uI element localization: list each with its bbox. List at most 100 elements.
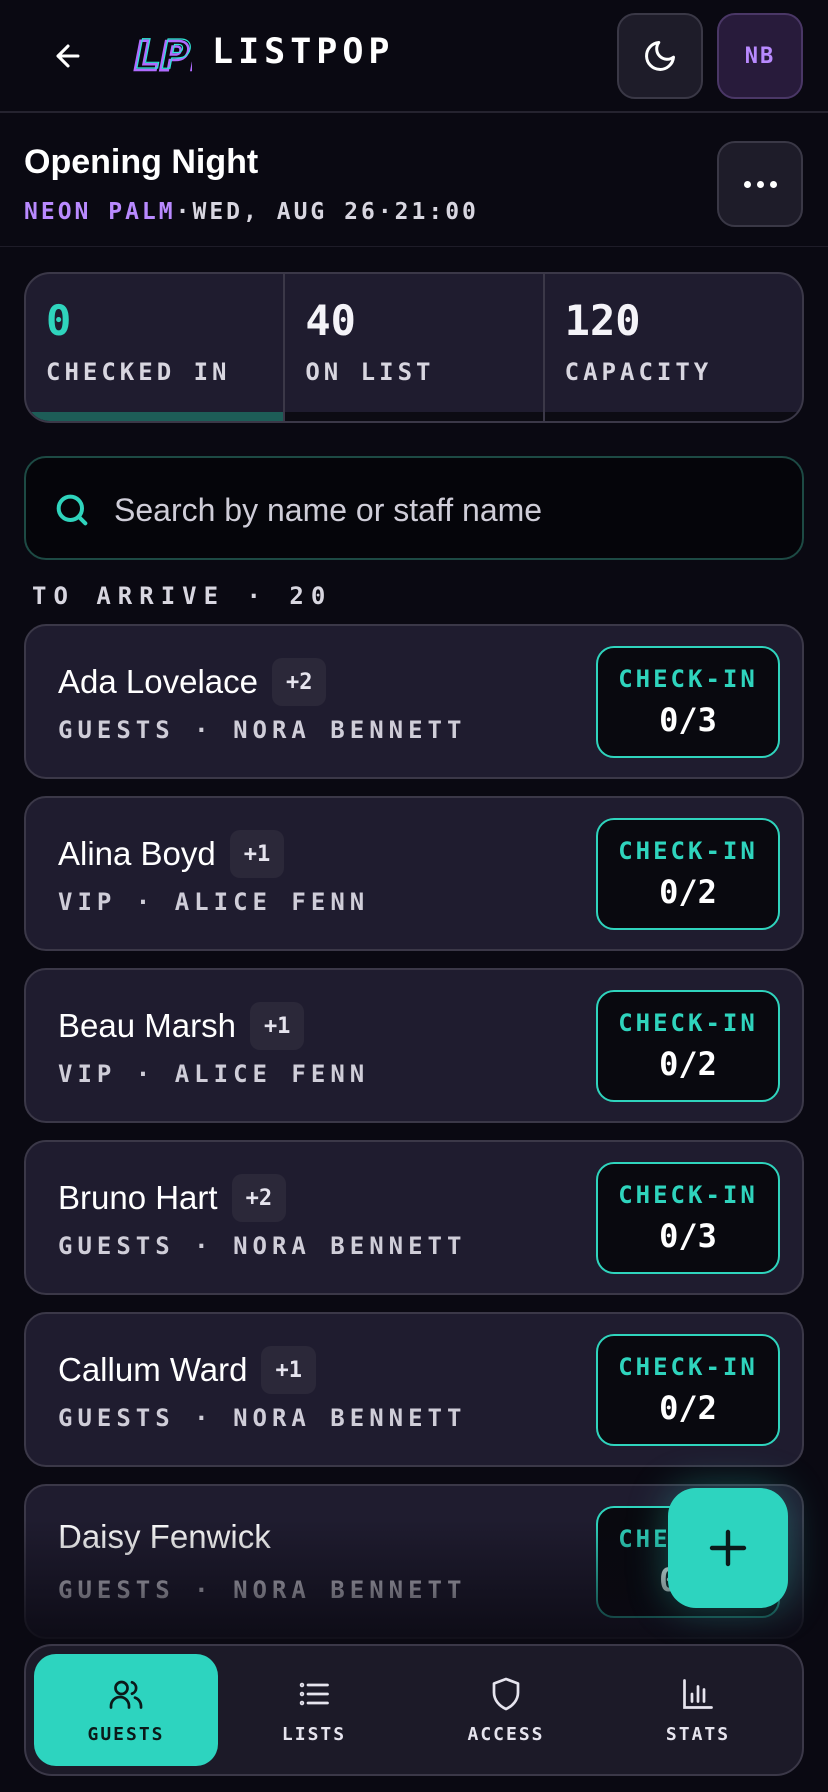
guest-row[interactable]: Bruno Hart +2 GUESTS · NORA BENNETT CHECK-I… xyxy=(24,1140,804,1295)
avatar[interactable]: NB xyxy=(717,13,803,99)
event-title: Opening Night xyxy=(24,143,259,181)
check-in-label: CHECK-IN xyxy=(618,1353,758,1381)
event-venue: NEON PALM xyxy=(24,199,176,225)
event-date: WED, AUG 26 xyxy=(192,199,378,225)
check-in-count: 0/3 xyxy=(659,701,717,739)
guest-meta: GUESTS · NORA BENNETT xyxy=(58,1404,466,1432)
search-icon xyxy=(56,494,88,526)
nav-label: GUESTS xyxy=(87,1723,165,1745)
plus-ones-badge: +1 xyxy=(261,1346,316,1394)
arrow-left-icon xyxy=(56,44,80,68)
guest-name: Bruno Hart xyxy=(58,1179,218,1216)
stat-capacity: 120 CAPACITY xyxy=(544,274,802,421)
check-in-button[interactable]: CHECK-IN 0/3 xyxy=(596,646,780,758)
check-in-count: 0/2 xyxy=(659,873,717,911)
meta-separator: · xyxy=(174,1232,234,1260)
stat-value: 0 xyxy=(46,296,72,345)
nav-label: STATS xyxy=(665,1723,731,1745)
guest-list-name: VIP xyxy=(58,1060,117,1088)
check-in-button[interactable]: CHECK-IN 0/2 xyxy=(596,818,780,930)
guest-list-name: GUESTS xyxy=(58,1232,175,1260)
stat-progress-track xyxy=(544,412,802,421)
guest-name: Daisy Fenwick xyxy=(58,1518,271,1555)
nav-guests[interactable]: GUESTS xyxy=(34,1654,218,1766)
nav-label: ACCESS xyxy=(467,1723,545,1745)
stat-progress-track xyxy=(285,412,543,421)
stat-label: CAPACITY xyxy=(564,358,713,386)
event-time: 21:00 xyxy=(394,199,479,225)
meta-separator: · xyxy=(174,1576,234,1604)
more-dots-icon xyxy=(769,180,777,188)
stat-value: 40 xyxy=(305,296,356,345)
guest-meta: GUESTS · NORA BENNETT xyxy=(58,1232,466,1260)
guest-name-row: Alina Boyd +1 xyxy=(58,830,285,878)
plus-ones-badge: +1 xyxy=(249,1002,305,1050)
guest-name-row: Daisy Fenwick xyxy=(58,1518,271,1556)
guest-name-row: Bruno Hart +2 xyxy=(58,1174,287,1222)
guest-staff-name: NORA BENNETT xyxy=(233,1232,467,1260)
stat-progress-fill xyxy=(26,412,284,421)
svg-text:LP!: LP! xyxy=(136,32,192,78)
stat-value: 120 xyxy=(564,296,641,345)
check-in-count: 0/2 xyxy=(659,1389,717,1427)
plus-ones-badge: +2 xyxy=(231,1174,287,1222)
guest-name-row: Ada Lovelace +2 xyxy=(58,658,327,706)
check-in-button[interactable]: CHECK-IN 0/2 xyxy=(596,1334,780,1446)
guest-staff-name: ALICE FENN xyxy=(174,888,370,916)
plus-ones-badge: +1 xyxy=(229,830,285,878)
check-in-button[interactable]: CHECK-IN 0/2 xyxy=(596,990,780,1102)
search-input[interactable] xyxy=(114,482,774,538)
guest-row[interactable]: Ada Lovelace +2 GUESTS · NORA BENNETT CHECK… xyxy=(24,624,804,779)
theme-toggle-button[interactable] xyxy=(617,13,703,99)
guest-name: Ada Lovelace xyxy=(58,663,258,700)
check-in-label: CHECK-IN xyxy=(618,665,758,693)
guest-name: Alina Boyd xyxy=(58,835,216,872)
guest-row[interactable]: Callum Ward +1 GUESTS · NORA BENNETT CHECK-… xyxy=(24,1312,804,1467)
event-meta: NEON PALM · WED, AUG 26 · 21:00 xyxy=(24,199,479,225)
more-options-button[interactable] xyxy=(717,141,803,227)
moon-icon xyxy=(645,41,675,71)
check-in-button[interactable]: CHECK-IN 0/3 xyxy=(596,1162,780,1274)
event-header: Opening Night NEON PALM · WED, AUG 26 · … xyxy=(0,115,828,247)
guest-list-name: GUESTS xyxy=(58,1576,175,1604)
list-icon xyxy=(299,1682,329,1705)
guest-staff-name: NORA BENNETT xyxy=(233,1576,467,1604)
more-dots-icon xyxy=(743,180,751,188)
guest-list-name: VIP xyxy=(58,888,117,916)
guest-meta: GUESTS · NORA BENNETT xyxy=(58,716,466,744)
meta-separator: · xyxy=(175,199,193,225)
guest-meta: VIP · ALICE FENN xyxy=(58,888,369,916)
guest-meta: GUESTS · NORA BENNETT xyxy=(58,1576,466,1604)
guest-staff-name: ALICE FENN xyxy=(174,1060,370,1088)
guest-name-row: Callum Ward +1 xyxy=(58,1346,316,1394)
bottom-nav: GUESTS LISTS ACCESS STATS xyxy=(24,1644,804,1776)
section-label: TO ARRIVE · 20 xyxy=(32,582,333,610)
guest-name: Callum Ward xyxy=(58,1351,248,1388)
stat-checked-in: 0 CHECKED IN xyxy=(26,274,286,421)
guest-meta: VIP · ALICE FENN xyxy=(58,1060,369,1088)
guest-staff-name: NORA BENNETT xyxy=(233,716,467,744)
plus-icon xyxy=(709,1529,747,1567)
check-in-label: CHECK-IN xyxy=(618,1181,758,1209)
guest-row[interactable]: Beau Marsh +1 VIP · ALICE FENN CHECK-IN 0/2 xyxy=(24,968,804,1123)
meta-separator: · xyxy=(174,1404,234,1432)
top-bar: LP! LP! LISTPOP NB xyxy=(0,0,828,113)
nav-lists[interactable]: LISTS xyxy=(218,1654,410,1766)
guest-list-name: GUESTS xyxy=(58,716,175,744)
nav-stats[interactable]: STATS xyxy=(602,1654,794,1766)
stat-on-list: 40 ON LIST xyxy=(285,274,545,421)
plus-ones-badge: +2 xyxy=(271,658,327,706)
bar-chart-icon xyxy=(683,1678,713,1709)
back-button[interactable] xyxy=(44,32,92,80)
meta-separator: · xyxy=(174,716,234,744)
add-guest-button[interactable] xyxy=(668,1488,788,1608)
guest-name: Beau Marsh xyxy=(58,1007,236,1044)
app-title: LISTPOP xyxy=(212,32,395,72)
search-box xyxy=(24,456,804,560)
guest-row[interactable]: Alina Boyd +1 VIP · ALICE FENN CHECK-IN 0/2 xyxy=(24,796,804,951)
guest-name-row: Beau Marsh +1 xyxy=(58,1002,305,1050)
more-dots-icon xyxy=(756,180,764,188)
nav-access[interactable]: ACCESS xyxy=(410,1654,602,1766)
users-icon xyxy=(109,1680,143,1709)
nav-label: LISTS xyxy=(281,1723,347,1745)
